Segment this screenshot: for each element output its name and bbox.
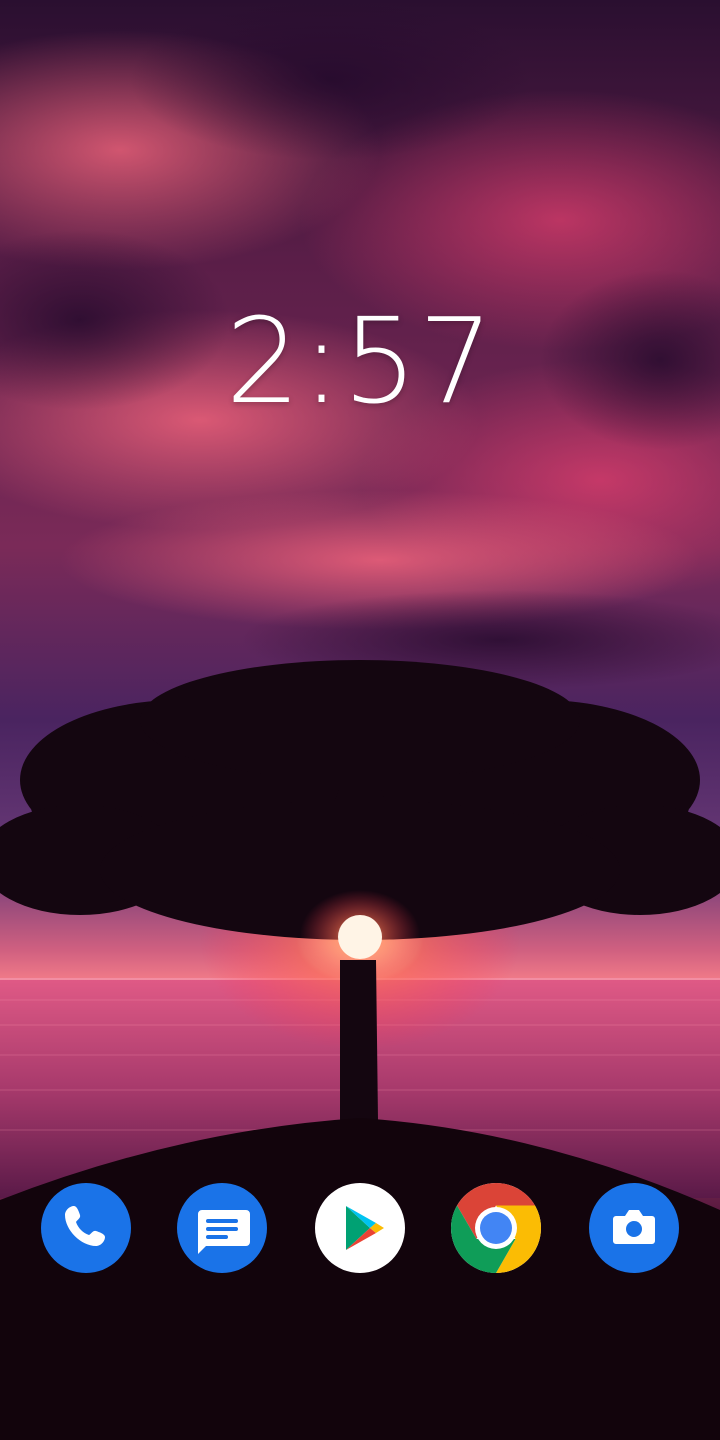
phone-app-button[interactable] (40, 1182, 132, 1274)
lock-clock[interactable]: 2:57 (0, 292, 720, 430)
chrome-app-button[interactable] (450, 1182, 542, 1274)
app-dock (0, 1182, 720, 1278)
chrome-icon (450, 1183, 542, 1273)
home-screen: 2:57 (0, 0, 720, 1440)
messages-icon (177, 1183, 267, 1273)
play-store-app-button[interactable] (314, 1182, 406, 1274)
camera-app-button[interactable] (588, 1182, 680, 1274)
camera-icon (589, 1183, 679, 1273)
phone-icon (41, 1183, 131, 1273)
messages-app-button[interactable] (176, 1182, 268, 1274)
play-store-icon (315, 1183, 405, 1273)
